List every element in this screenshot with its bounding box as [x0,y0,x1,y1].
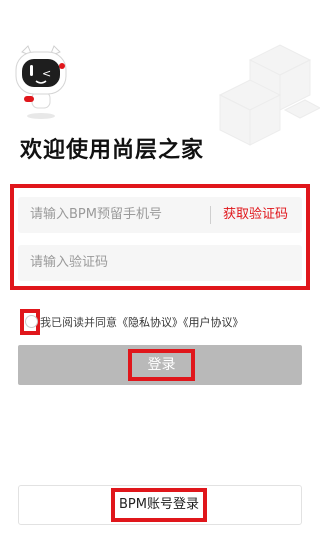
agreement-checkbox[interactable] [25,315,38,328]
svg-text:<: < [42,67,51,80]
code-input[interactable]: 请输入验证码 [30,245,108,281]
login-button-label[interactable]: 登录 [128,349,195,381]
page-title: 欢迎使用尚层之家 [20,138,205,163]
user-agreement-link[interactable]: 《用户协议》 [183,316,244,329]
agreement-text: 我已阅读并同意《隐私协议》《用户协议》 [40,314,244,330]
phone-input[interactable]: 请输入BPM预留手机号 [30,197,162,233]
agreement-prefix: 我已阅读并同意 [40,316,117,329]
field-separator [210,206,211,224]
bpm-login-button-label[interactable]: BPM账号登录 [111,488,207,522]
phone-field[interactable]: 请输入BPM预留手机号 获取验证码 [18,197,302,233]
privacy-agreement-link[interactable]: 《隐私协议》 [117,316,183,329]
get-code-button[interactable]: 获取验证码 [223,197,288,233]
robot-mascot-icon: < [15,45,67,119]
code-field[interactable]: 请输入验证码 [18,245,302,281]
